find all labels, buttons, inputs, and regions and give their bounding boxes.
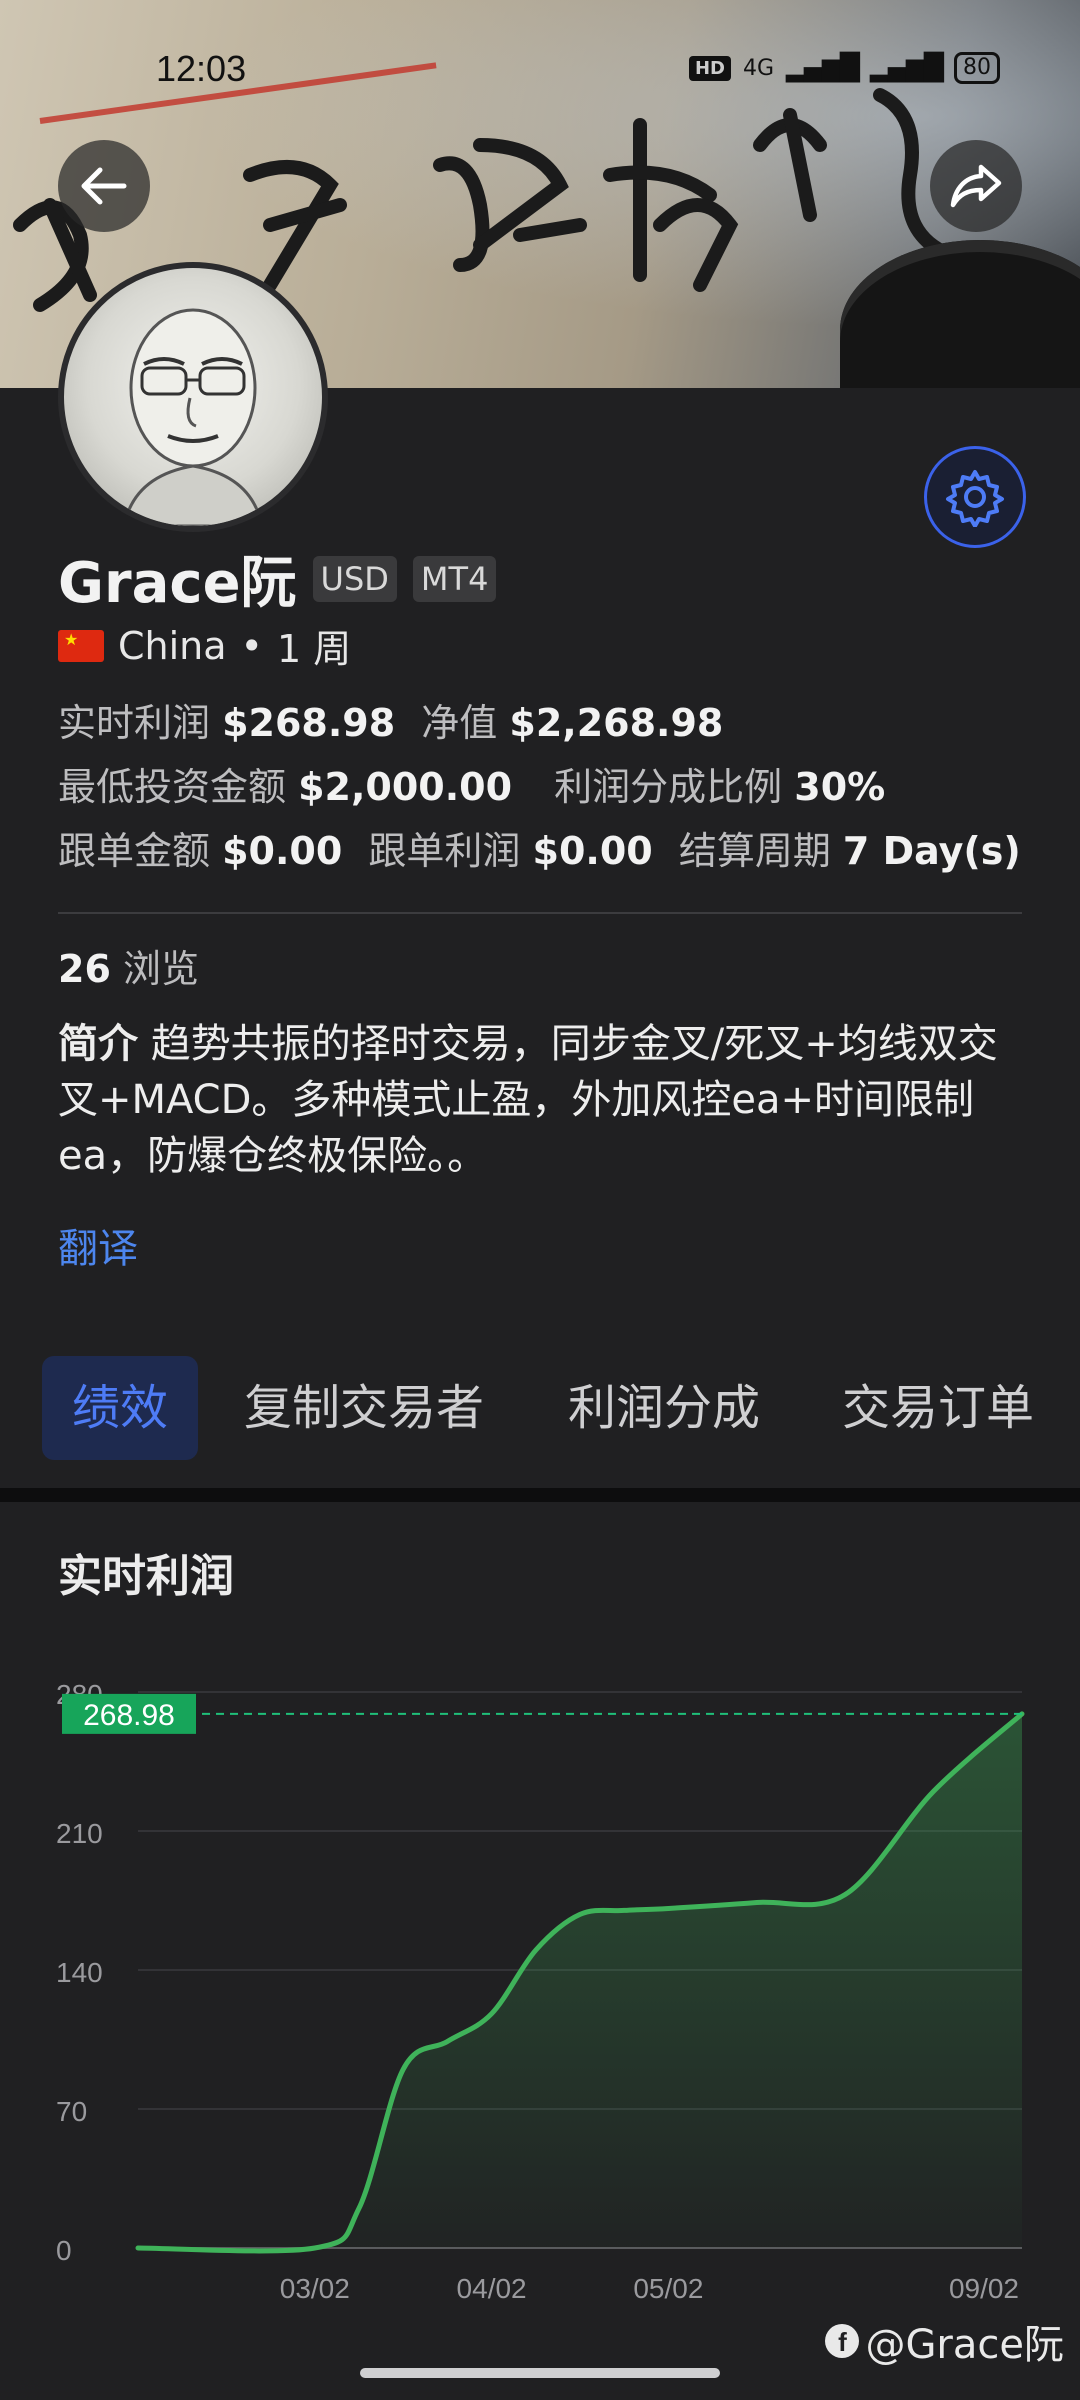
stats-row-1: 实时利润 $268.98 净值 $2,268.98 <box>58 692 723 747</box>
tab-trade-orders[interactable]: 交易订单 <box>842 1356 1034 1460</box>
gear-icon <box>946 470 1004 527</box>
x-tick-label: 05/02 <box>633 2273 703 2304</box>
equity-value: $2,268.98 <box>509 701 724 745</box>
status-bar: 12:03 HD 4G ▂▄▆█ ▂▄▆█ 80 <box>0 48 1080 96</box>
share-icon <box>950 164 1002 208</box>
stats-row-3: 跟单金额 $0.00 跟单利润 $0.00 结算周期 7 Day(s) <box>58 820 1021 875</box>
signal-icon-2: ▂▄▆█ <box>870 53 944 83</box>
battery-icon: 80 <box>954 52 1000 84</box>
intro-block: 简介 趋势共振的择时交易，同步金叉/死叉+均线双交叉+MACD。多种模式止盈，外… <box>58 1016 1018 1184</box>
currency-tag: USD <box>312 555 397 602</box>
stats-row-2: 最低投资金额 $2,000.00 利润分成比例 30% <box>58 756 885 811</box>
profit-chart: 07014021028003/0204/0205/0209/02 268.98 <box>56 1679 1025 2304</box>
y-tick-label: 70 <box>56 2096 87 2127</box>
x-tick-label: 03/02 <box>280 2273 350 2304</box>
home-indicator[interactable] <box>360 2368 720 2378</box>
arrow-left-icon <box>81 167 127 205</box>
x-tick-label: 09/02 <box>949 2273 1019 2304</box>
realtime-profit-value: $268.98 <box>222 701 396 745</box>
y-tick-label: 210 <box>56 1818 103 1849</box>
chart-section-title: 实时利润 <box>58 1551 234 1602</box>
section-separator <box>0 1488 1080 1502</box>
profile-name-row: Grace阮 USD MT4 <box>58 538 497 619</box>
settings-button[interactable] <box>924 446 1026 548</box>
copy-profit-label: 跟单利润 <box>368 829 521 873</box>
intro-text: 趋势共振的择时交易，同步金叉/死叉+均线双交叉+MACD。多种模式止盈，外加风控… <box>58 1021 998 1179</box>
copy-profit-value: $0.00 <box>532 829 653 873</box>
avatar[interactable] <box>58 262 328 532</box>
back-button[interactable] <box>58 140 150 232</box>
country-label: China <box>118 623 227 668</box>
trader-name: Grace阮 <box>58 551 297 616</box>
tab-profit-share[interactable]: 利润分成 <box>568 1356 760 1460</box>
min-invest-label: 最低投资金额 <box>58 765 287 809</box>
location-row: ★ China • 1 周 <box>58 618 351 673</box>
divider <box>58 912 1022 914</box>
area-fill <box>138 1713 1022 2251</box>
views-count: 26 <box>58 947 111 991</box>
translate-link[interactable]: 翻译 <box>58 1216 138 1274</box>
signal-icon: ▂▄▆█ <box>786 53 860 83</box>
realtime-profit-label: 实时利润 <box>58 701 211 745</box>
equity-label: 净值 <box>421 701 498 745</box>
x-tick-label: 04/02 <box>457 2273 527 2304</box>
china-flag-icon: ★ <box>58 629 104 662</box>
tab-performance[interactable]: 绩效 <box>42 1356 199 1460</box>
views-row: 26 浏览 <box>58 938 199 993</box>
share-button[interactable] <box>930 140 1022 232</box>
tab-bar: 绩效 复制交易者 利润分成 交易订单 <box>0 1356 1080 1460</box>
hd-badge: HD <box>688 55 731 81</box>
watermark-text: @Grace阮 <box>865 2322 1064 2368</box>
network-type-label: 4G <box>742 55 775 81</box>
settlement-label: 结算周期 <box>678 829 831 873</box>
tab-copy-traders[interactable]: 复制交易者 <box>244 1356 484 1460</box>
platform-tag: MT4 <box>412 555 497 602</box>
facebook-icon: f <box>825 2324 860 2358</box>
status-icons: HD 4G ▂▄▆█ ▂▄▆█ 80 <box>688 52 1000 84</box>
min-invest-value: $2,000.00 <box>298 765 513 809</box>
profit-share-label: 利润分成比例 <box>554 765 783 809</box>
y-tick-label: 0 <box>56 2235 72 2266</box>
profit-share-value: 30% <box>794 765 886 809</box>
settlement-value: 7 Day(s) <box>842 829 1021 873</box>
y-tick-label: 140 <box>56 1957 103 1988</box>
intro-label: 简介 <box>58 1021 138 1067</box>
status-time: 12:03 <box>156 48 247 89</box>
views-label: 浏览 <box>122 947 199 991</box>
watermark: f @Grace阮 <box>825 2312 1064 2370</box>
copy-amount-value: $0.00 <box>222 829 343 873</box>
copy-amount-label: 跟单金额 <box>58 829 211 873</box>
duration-label: 1 周 <box>276 627 352 671</box>
separator-dot: • <box>240 623 263 668</box>
avatar-portrait <box>122 308 264 526</box>
current-value-label: 268.98 <box>83 1699 175 1732</box>
